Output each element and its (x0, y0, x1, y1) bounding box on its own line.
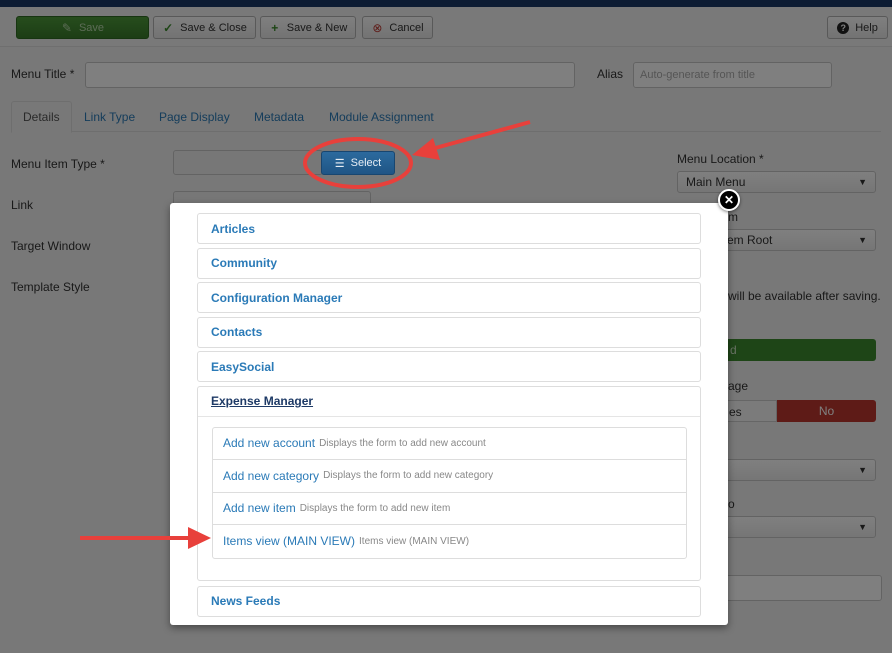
annotation-layer (80, 120, 531, 549)
highlight-ellipse (303, 137, 413, 189)
arrow-to-select (412, 120, 531, 160)
arrow-to-items-view (80, 527, 211, 549)
